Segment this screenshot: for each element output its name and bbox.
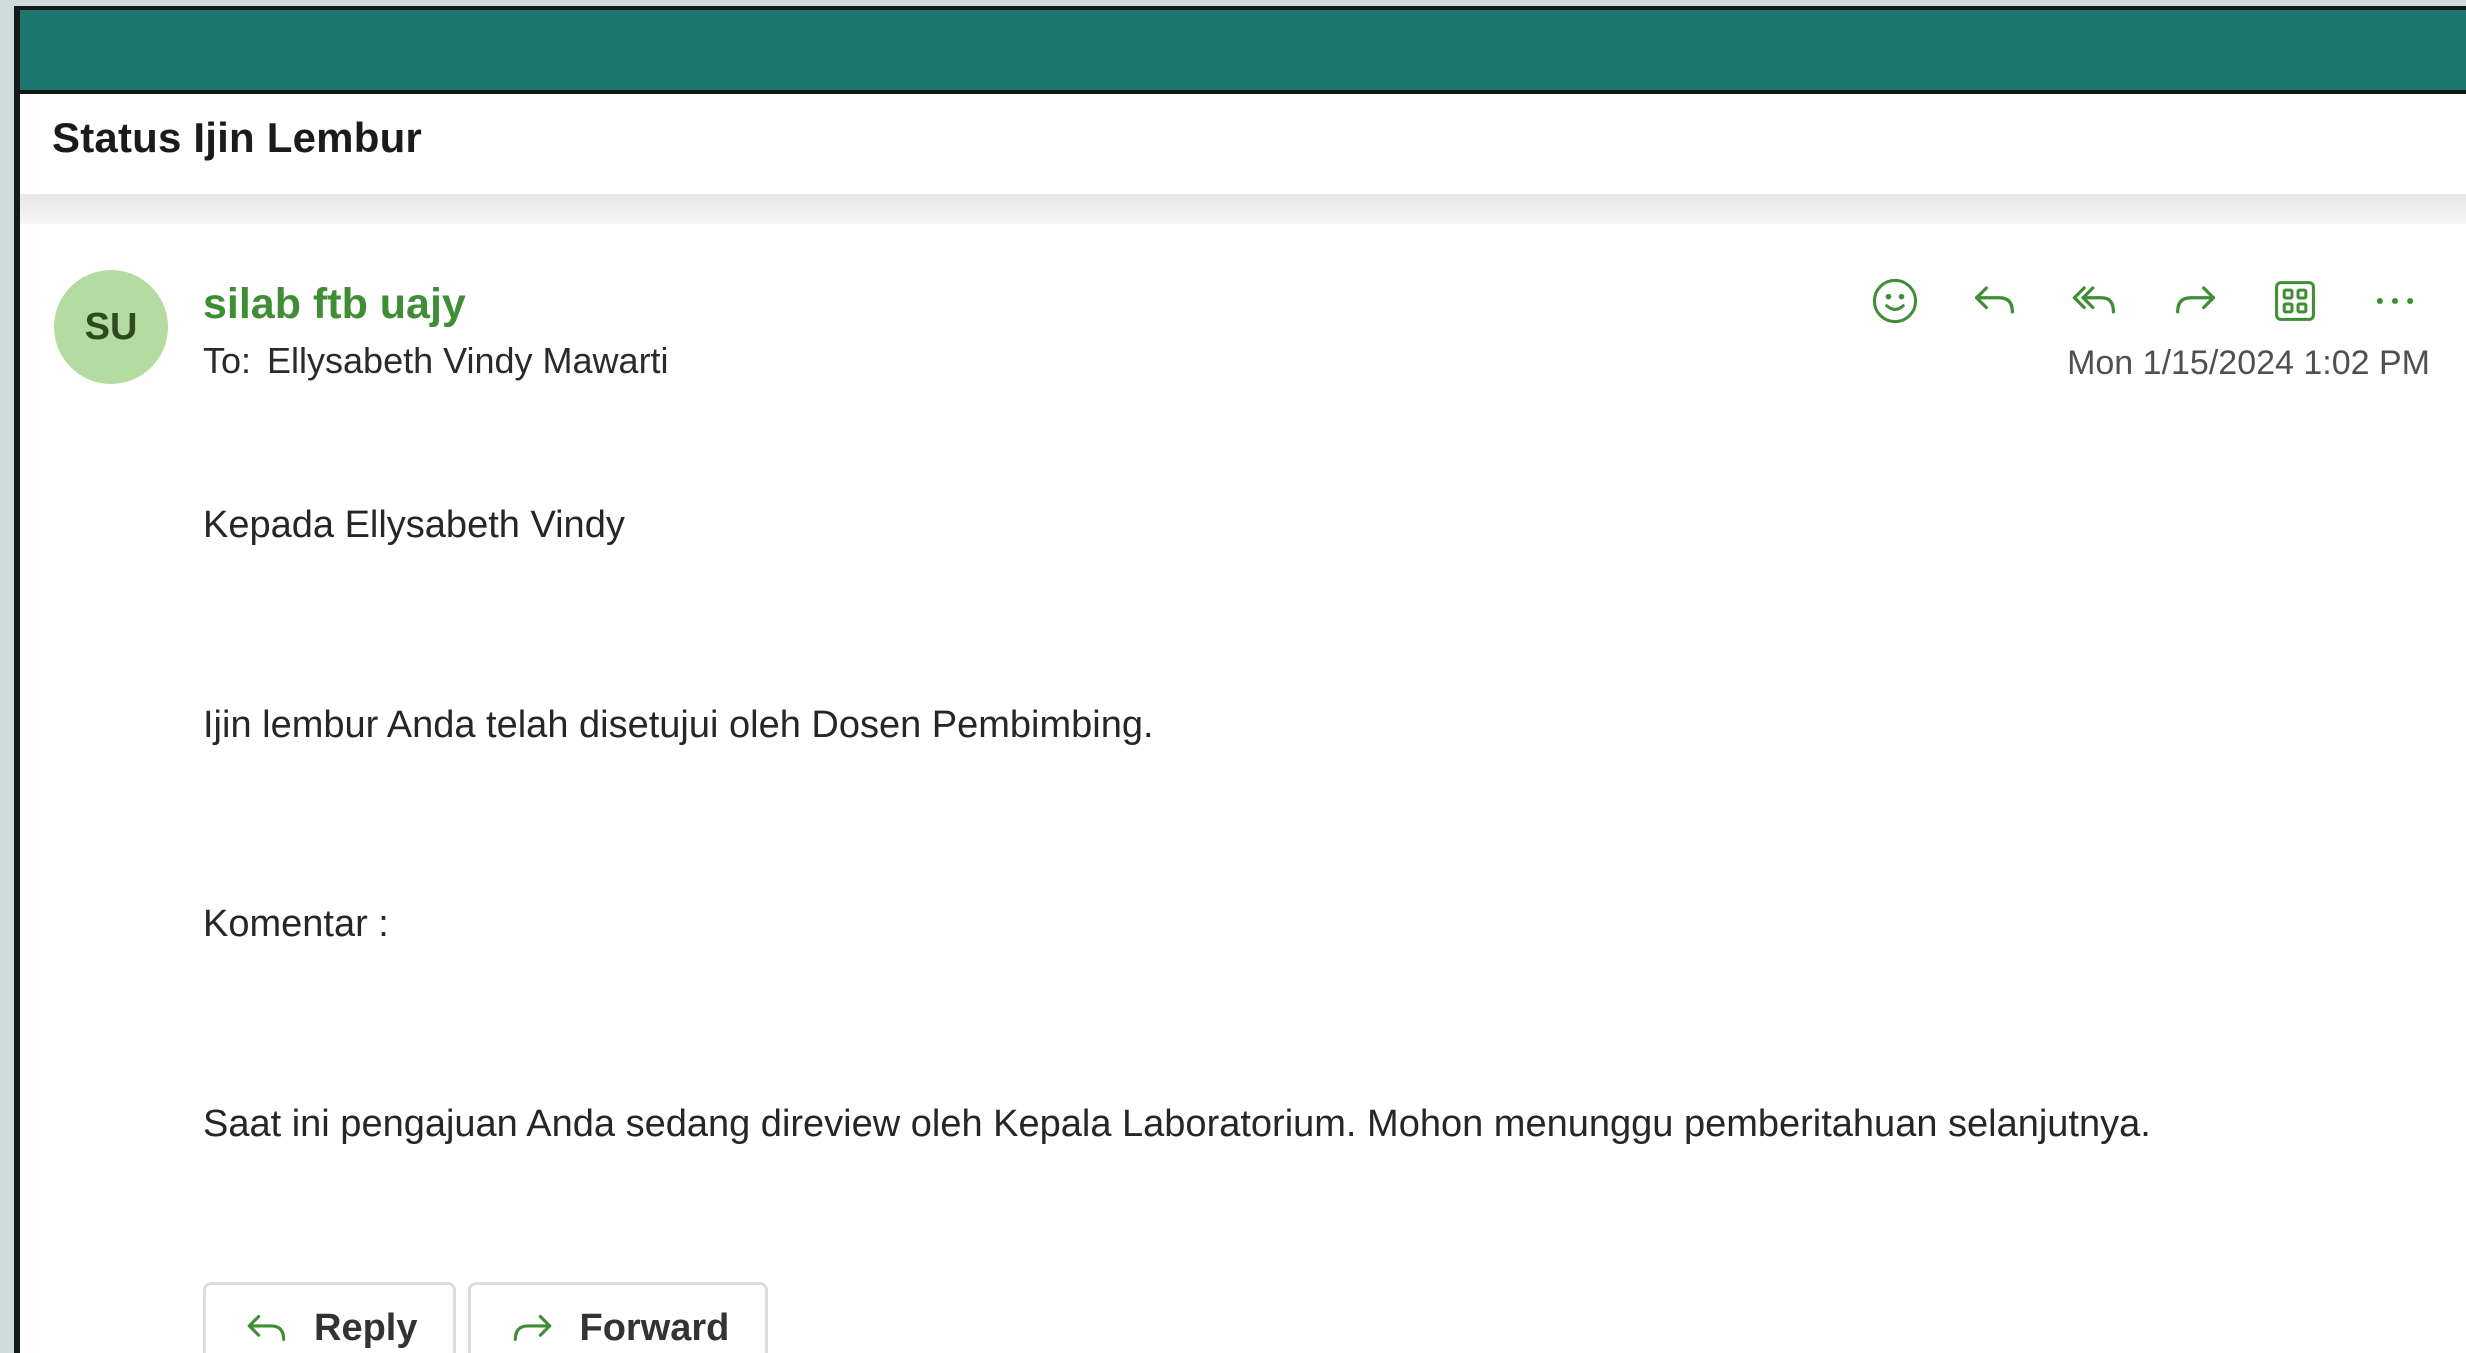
forward-button[interactable]: Forward <box>468 1282 769 1353</box>
screenshot-frame: Status Ijin Lembur SU silab ftb uajy To:… <box>0 0 2466 1353</box>
message-action-toolbar <box>1860 266 2430 336</box>
body-approval-line: Ijin lembur Anda telah disetujui oleh Do… <box>203 704 1154 746</box>
sender-name[interactable]: silab ftb uajy <box>203 280 466 329</box>
subject-header: Status Ijin Lembur <box>20 94 2466 194</box>
forward-action-button[interactable] <box>2160 266 2230 336</box>
reply-button-label: Reply <box>314 1307 418 1349</box>
reply-all-icon <box>2072 286 2116 314</box>
reply-button[interactable]: Reply <box>203 1282 457 1353</box>
smiley-icon <box>1872 278 1918 324</box>
mail-reading-pane: Status Ijin Lembur SU silab ftb uajy To:… <box>14 6 2466 1353</box>
recipient-name[interactable]: Ellysabeth Vindy Mawarti <box>267 340 669 381</box>
body-comment-label: Komentar : <box>203 903 389 945</box>
reply-icon <box>247 1314 286 1341</box>
apps-button[interactable] <box>2260 266 2330 336</box>
sender-avatar[interactable]: SU <box>54 270 168 384</box>
apps-grid-icon <box>2275 281 2315 321</box>
email-subject: Status Ijin Lembur <box>52 114 422 161</box>
forward-button-label: Forward <box>579 1307 730 1349</box>
more-icon <box>2376 297 2414 305</box>
app-header-bar <box>20 10 2466 94</box>
subject-divider <box>20 194 2466 224</box>
body-greeting: Kepada Ellysabeth Vindy <box>203 504 625 546</box>
reply-forward-bar: Reply Forward <box>203 1282 780 1353</box>
email-message: SU silab ftb uajy To: Ellysabeth Vindy Ma… <box>20 224 2466 1353</box>
reply-all-button[interactable] <box>2060 266 2130 336</box>
forward-icon <box>514 1314 552 1341</box>
email-timestamp: Mon 1/15/2024 1:02 PM <box>2067 344 2430 382</box>
react-button[interactable] <box>1860 266 1930 336</box>
reply-icon <box>1974 286 2014 314</box>
forward-icon <box>2176 286 2216 314</box>
to-label: To: <box>203 340 252 381</box>
more-actions-button[interactable] <box>2360 266 2430 336</box>
body-status-line: Saat ini pengajuan Anda sedang direview … <box>203 1103 2151 1145</box>
reply-action-button[interactable] <box>1960 266 2030 336</box>
recipient-line: To: Ellysabeth Vindy Mawarti <box>203 340 669 382</box>
